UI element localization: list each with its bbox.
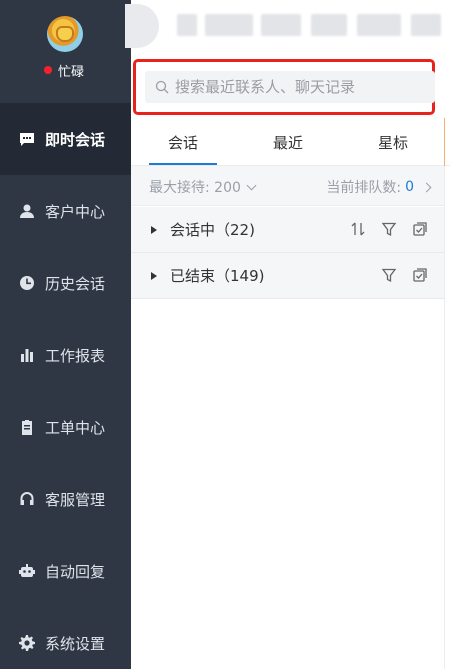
sidebar-item-label: 系统设置 bbox=[45, 634, 106, 653]
queue-count-link[interactable]: 当前排队数: 0 bbox=[326, 177, 432, 197]
headset-icon bbox=[19, 491, 35, 507]
bar-chart-icon bbox=[19, 347, 35, 363]
sidebar-item-history-chat[interactable]: 历史会话 bbox=[0, 247, 131, 319]
clock-icon bbox=[19, 275, 35, 291]
conversation-panel: 会话 最近 星标 最大接待: 200 当前排队数: 0 会话中（22) 已结束（… bbox=[125, 0, 450, 669]
filter-icon[interactable] bbox=[381, 221, 397, 237]
profile-area: 忙碌 bbox=[0, 0, 131, 103]
chat-icon bbox=[19, 131, 35, 147]
sidebar-item-system-settings[interactable]: 系统设置 bbox=[0, 607, 131, 669]
status-dot-icon bbox=[44, 66, 52, 74]
avatar[interactable] bbox=[47, 16, 83, 52]
max-reception-label: 最大接待: 200 bbox=[149, 180, 241, 196]
batch-select-icon[interactable] bbox=[412, 221, 428, 237]
collapse-handle[interactable] bbox=[125, 4, 159, 48]
tab-recent[interactable]: 最近 bbox=[254, 118, 322, 166]
tab-starred[interactable]: 星标 bbox=[359, 118, 427, 166]
sidebar-item-label: 历史会话 bbox=[45, 274, 106, 293]
sidebar-item-auto-reply[interactable]: 自动回复 bbox=[0, 535, 131, 607]
group-label: 已结束（149) bbox=[170, 267, 265, 285]
status-indicator[interactable]: 忙碌 bbox=[44, 62, 85, 80]
sidebar-item-label: 即时会话 bbox=[45, 130, 106, 149]
status-text: 忙碌 bbox=[58, 64, 85, 80]
filter-icon[interactable] bbox=[381, 267, 397, 283]
clipboard-icon bbox=[19, 419, 35, 435]
avatar-face-icon bbox=[56, 26, 74, 42]
blurred-header bbox=[125, 0, 450, 56]
chevron-down-icon bbox=[246, 180, 257, 190]
search-icon bbox=[155, 80, 169, 94]
sidebar-item-label: 工作报表 bbox=[45, 346, 106, 365]
max-reception-selector[interactable]: 最大接待: 200 bbox=[149, 177, 257, 197]
panel-divider bbox=[444, 166, 445, 669]
sidebar: 忙碌 即时会话 客户中心 历史会话 工作报表 工单中心 客服管理 自动回复 系统… bbox=[0, 0, 131, 669]
group-label: 会话中（22) bbox=[170, 221, 255, 239]
sidebar-item-service-management[interactable]: 客服管理 bbox=[0, 463, 131, 535]
panel-edge bbox=[444, 118, 450, 166]
batch-select-icon[interactable] bbox=[412, 267, 428, 283]
expand-arrow-icon bbox=[151, 271, 157, 280]
gear-icon bbox=[19, 635, 35, 651]
user-icon bbox=[19, 203, 35, 219]
search-highlight-frame bbox=[133, 59, 435, 115]
tab-bar: 会话 最近 星标 bbox=[131, 118, 450, 166]
sidebar-item-label: 客服管理 bbox=[45, 490, 106, 509]
sidebar-item-ticket-center[interactable]: 工单中心 bbox=[0, 391, 131, 463]
group-ended-sessions[interactable]: 已结束（149) bbox=[131, 253, 444, 299]
sort-icon[interactable] bbox=[350, 221, 366, 237]
robot-icon bbox=[19, 563, 35, 579]
search-input[interactable] bbox=[175, 78, 425, 96]
search-field-wrapper bbox=[145, 71, 435, 103]
queue-count: 0 bbox=[405, 179, 414, 195]
sidebar-item-label: 工单中心 bbox=[45, 418, 106, 437]
chevron-right-icon bbox=[421, 182, 432, 192]
sidebar-item-label: 自动回复 bbox=[45, 562, 106, 581]
sidebar-item-label: 客户中心 bbox=[45, 202, 106, 221]
active-tab-indicator bbox=[149, 163, 217, 165]
group-active-sessions[interactable]: 会话中（22) bbox=[131, 207, 444, 253]
sidebar-item-customer-center[interactable]: 客户中心 bbox=[0, 175, 131, 247]
sidebar-item-instant-chat[interactable]: 即时会话 bbox=[0, 103, 131, 175]
tab-sessions[interactable]: 会话 bbox=[149, 118, 217, 166]
queue-label: 当前排队数: bbox=[326, 180, 402, 196]
sidebar-item-work-report[interactable]: 工作报表 bbox=[0, 319, 131, 391]
queue-stats-bar: 最大接待: 200 当前排队数: 0 bbox=[131, 166, 444, 206]
expand-arrow-icon bbox=[151, 225, 157, 234]
